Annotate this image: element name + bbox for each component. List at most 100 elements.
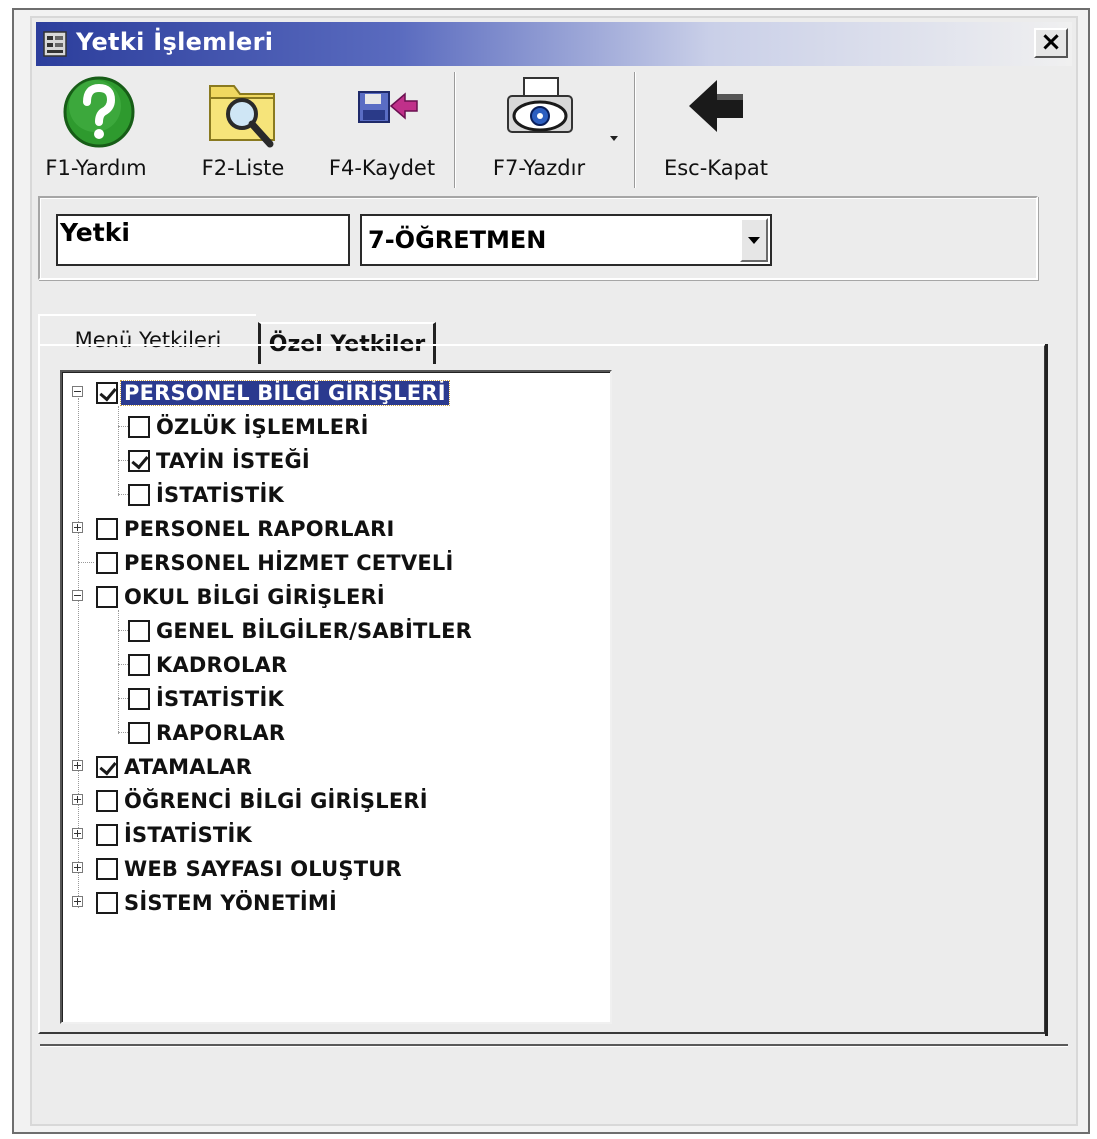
checkbox-unchecked[interactable]	[128, 722, 150, 744]
expand-plus-icon[interactable]	[72, 760, 83, 771]
checkbox-unchecked[interactable]	[128, 620, 150, 642]
toolbar: F1-Yardım F2-Liste F4-Kaydet F7-Yazdır E…	[36, 70, 1072, 198]
print-preview-icon	[494, 70, 584, 152]
tree-item-label: ATAMALAR	[124, 755, 253, 779]
tree-item[interactable]: ÖZLÜK İŞLEMLERİ	[128, 412, 372, 442]
tree-connector	[118, 494, 128, 495]
help-label: F1-Yardım	[45, 156, 147, 180]
tree-item[interactable]: WEB SAYFASI OLUŞTUR	[96, 854, 405, 884]
print-dropdown-icon[interactable]	[610, 136, 618, 141]
checkbox-unchecked[interactable]	[96, 586, 118, 608]
expand-plus-icon[interactable]	[72, 522, 83, 533]
print-label: F7-Yazdır	[492, 156, 586, 180]
tree-item[interactable]: KADROLAR	[128, 650, 290, 680]
expand-plus-icon[interactable]	[72, 794, 83, 805]
expand-plus-icon[interactable]	[72, 896, 83, 907]
expand-plus-icon[interactable]	[72, 862, 83, 873]
tree-item[interactable]: GENEL BİLGİLER/SABİTLER	[128, 616, 475, 646]
checkbox-checked[interactable]	[96, 382, 118, 404]
tree-item[interactable]: OKUL BİLGİ GİRİŞLERİ	[96, 582, 388, 612]
close-icon: ×	[1040, 27, 1062, 57]
permission-select[interactable]: 7-ÖĞRETMEN	[360, 214, 772, 266]
save-button[interactable]: F4-Kaydet	[316, 70, 448, 190]
window-title: Yetki İşlemleri	[76, 28, 274, 56]
help-button[interactable]: F1-Yardım	[40, 70, 152, 190]
tree-item[interactable]: PERSONEL BİLGİ GİRİŞLERİ	[96, 378, 450, 408]
tree-item-label: ÖĞRENCİ BİLGİ GİRİŞLERİ	[124, 789, 428, 813]
checkbox-unchecked[interactable]	[128, 416, 150, 438]
permission-dropdown-button[interactable]	[740, 218, 768, 262]
tree-item-label: İSTATİSTİK	[156, 687, 284, 711]
permissions-window: Yetki İşlemleri × F1-Yardım F2-Liste F4-…	[30, 16, 1078, 1126]
tree-item-label: İSTATİSTİK	[124, 823, 252, 847]
help-icon	[51, 70, 141, 152]
tree-item[interactable]: ÖĞRENCİ BİLGİ GİRİŞLERİ	[96, 786, 431, 816]
tree-item[interactable]: RAPORLAR	[128, 718, 288, 748]
close-button[interactable]: ×	[1034, 28, 1068, 58]
tree-connector	[118, 698, 128, 699]
folder-search-icon	[198, 70, 288, 152]
checkbox-unchecked[interactable]	[128, 654, 150, 676]
tree-connector	[118, 732, 128, 733]
tree-item[interactable]: İSTATİSTİK	[128, 480, 287, 510]
app-icon	[43, 31, 67, 57]
tree-item-label: KADROLAR	[156, 653, 288, 677]
toolbar-separator	[634, 72, 636, 188]
tree-item[interactable]: İSTATİSTİK	[128, 684, 287, 714]
checkbox-unchecked[interactable]	[96, 824, 118, 846]
tree-item-label: PERSONEL BİLGİ GİRİŞLERİ	[120, 380, 450, 406]
permission-label: Yetki	[56, 214, 350, 266]
tree-connector	[118, 406, 119, 496]
tree-connector	[118, 664, 128, 665]
checkbox-unchecked[interactable]	[128, 688, 150, 710]
menu-permissions-tree[interactable]: PERSONEL BİLGİ GİRİŞLERİ ÖZLÜK İŞLEMLERİ T…	[60, 370, 612, 1024]
exit-label: Esc-Kapat	[663, 156, 769, 180]
tree-item-label: RAPORLAR	[156, 721, 286, 745]
status-divider	[40, 1044, 1068, 1047]
checkbox-unchecked[interactable]	[96, 892, 118, 914]
exit-button[interactable]: Esc-Kapat	[646, 70, 786, 190]
print-button[interactable]: F7-Yazdır	[464, 70, 614, 190]
chevron-down-icon	[748, 237, 760, 244]
toolbar-separator	[454, 72, 456, 188]
tree-item[interactable]: PERSONEL HİZMET CETVELİ	[96, 548, 456, 578]
tree-item-label: SİSTEM YÖNETİMİ	[124, 891, 338, 915]
tree-item[interactable]: SİSTEM YÖNETİMİ	[96, 888, 340, 918]
tree-item[interactable]: PERSONEL RAPORLARI	[96, 514, 398, 544]
tree-connector	[118, 426, 128, 427]
collapse-minus-icon[interactable]	[72, 386, 83, 397]
tree-connector	[118, 630, 128, 631]
tree-item-label: GENEL BİLGİLER/SABİTLER	[156, 619, 473, 643]
collapse-minus-icon[interactable]	[72, 590, 83, 601]
permission-select-value: 7-ÖĞRETMEN	[368, 226, 547, 254]
list-button[interactable]: F2-Liste	[180, 70, 306, 190]
exit-arrow-icon	[671, 70, 761, 152]
save-label: F4-Kaydet	[328, 156, 436, 180]
permission-group: Yetki 7-ÖĞRETMEN	[38, 196, 1038, 280]
tree-item-label: WEB SAYFASI OLUŞTUR	[124, 857, 402, 881]
tree-item-label: OKUL BİLGİ GİRİŞLERİ	[124, 585, 385, 609]
checkbox-checked[interactable]	[96, 756, 118, 778]
save-icon	[337, 70, 427, 152]
expand-plus-icon[interactable]	[72, 828, 83, 839]
tree-item[interactable]: ATAMALAR	[96, 752, 255, 782]
checkbox-unchecked[interactable]	[128, 484, 150, 506]
checkbox-unchecked[interactable]	[96, 858, 118, 880]
tree-item-label: PERSONEL HİZMET CETVELİ	[124, 551, 454, 575]
tree-item[interactable]: İSTATİSTİK	[96, 820, 255, 850]
checkbox-unchecked[interactable]	[96, 518, 118, 540]
tree-connector	[78, 562, 94, 563]
title-bar[interactable]: Yetki İşlemleri ×	[36, 22, 1072, 66]
tree-item-label: PERSONEL RAPORLARI	[124, 517, 395, 541]
tree-item-label: ÖZLÜK İŞLEMLERİ	[156, 415, 369, 439]
tree-connector	[118, 610, 119, 734]
tab-panel: PERSONEL BİLGİ GİRİŞLERİ ÖZLÜK İŞLEMLERİ T…	[38, 344, 1048, 1036]
checkbox-unchecked[interactable]	[96, 790, 118, 812]
list-label: F2-Liste	[201, 156, 285, 180]
checkbox-checked[interactable]	[128, 450, 150, 472]
checkbox-unchecked[interactable]	[96, 552, 118, 574]
tree-item-label: TAYİN İSTEĞİ	[156, 449, 310, 473]
tree-connector	[118, 460, 128, 461]
tree-item[interactable]: TAYİN İSTEĞİ	[128, 446, 313, 476]
tree-item-label: İSTATİSTİK	[156, 483, 284, 507]
